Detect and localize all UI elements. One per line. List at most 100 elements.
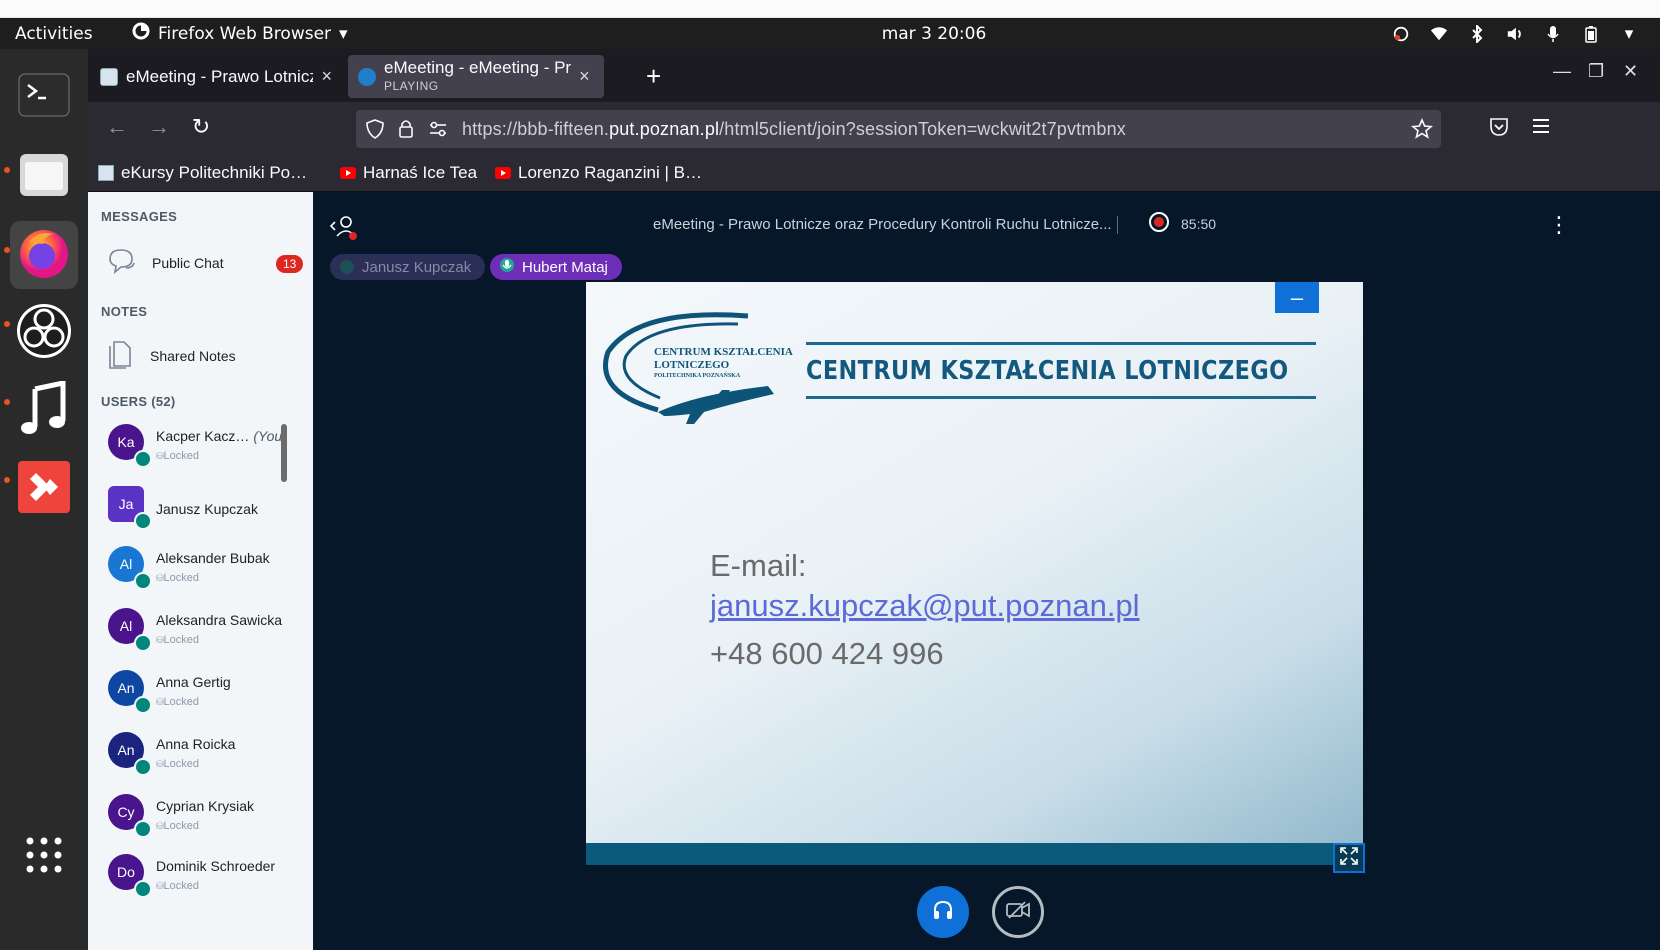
- dock-files[interactable]: [10, 143, 78, 211]
- restore-window-button[interactable]: ❐: [1588, 61, 1604, 82]
- url-bar[interactable]: https://bbb-fifteen.put.poznan.pl/html5c…: [356, 110, 1441, 148]
- dock-anydesk[interactable]: [10, 455, 78, 523]
- user-list-item[interactable]: Do Dominik Schroeder ⛁Locked: [108, 850, 308, 908]
- talker-chip-janusz[interactable]: Janusz Kupczak: [330, 254, 486, 280]
- battery-icon[interactable]: [1582, 25, 1600, 43]
- user-list-item[interactable]: Al Aleksander Bubak ⛁Locked: [108, 542, 308, 600]
- permissions-icon[interactable]: [428, 120, 448, 143]
- tab-emeeting-1[interactable]: eMeeting - Prawo Lotnicz ×: [90, 55, 342, 98]
- video-off-icon: [1005, 899, 1031, 926]
- notes-header: NOTES: [101, 304, 148, 319]
- wifi-icon[interactable]: [1430, 25, 1448, 43]
- minimize-presentation-button[interactable]: –: [1275, 282, 1319, 313]
- dock-firefox[interactable]: [10, 221, 78, 289]
- system-top-bar: Activities Firefox Web Browser ▾ mar 3 2…: [0, 18, 1660, 49]
- chevron-down-icon[interactable]: ▾: [1620, 24, 1638, 44]
- close-window-button[interactable]: ✕: [1623, 61, 1638, 82]
- user-name: Aleksandra Sawicka: [156, 612, 282, 628]
- fullscreen-button[interactable]: [1333, 843, 1365, 873]
- user-status-text: Locked: [163, 696, 200, 708]
- user-list-item[interactable]: Cy Cyprian Krysiak ⛁Locked: [108, 790, 308, 848]
- minimize-window-button[interactable]: —: [1553, 61, 1571, 82]
- show-apps-button[interactable]: [10, 823, 78, 891]
- hamburger-menu-icon[interactable]: [1530, 116, 1552, 141]
- user-list-scrollbar[interactable]: [281, 424, 287, 482]
- listen-only-icon: [134, 820, 152, 838]
- listen-only-icon: [134, 880, 152, 898]
- listen-only-icon: [134, 634, 152, 652]
- user-status-text: Locked: [163, 758, 200, 770]
- document-icon: [106, 338, 134, 373]
- tab-emeeting-2[interactable]: eMeeting - eMeeting - Pr PLAYING ×: [348, 55, 604, 98]
- divider: [1117, 216, 1118, 234]
- reload-button[interactable]: ↻: [186, 112, 216, 142]
- youtube-icon: [340, 167, 356, 179]
- user-name-text: Aleksander Bubak: [156, 550, 270, 566]
- top-edge-strip: [0, 0, 1660, 18]
- logo-line: CENTRUM KSZTAŁCENIA: [654, 346, 793, 358]
- lock-icon[interactable]: [398, 118, 414, 143]
- options-menu-button[interactable]: ⋮: [1548, 214, 1570, 236]
- update-icon[interactable]: [1392, 25, 1410, 43]
- user-list-item[interactable]: Al Aleksandra Sawicka ⛁Locked: [108, 604, 308, 662]
- user-list-item[interactable]: Ja Janusz Kupczak: [108, 482, 308, 540]
- ckl-logo-text: CENTRUM KSZTAŁCENIA LOTNICZEGO POLITECHN…: [654, 346, 793, 380]
- user-name: Dominik Schroeder: [156, 858, 275, 874]
- talker-chip-hubert[interactable]: Hubert Mataj: [490, 254, 622, 280]
- presentation-area: eMeeting - Prawo Lotnicze oraz Procedury…: [313, 192, 1660, 950]
- user-name: Janusz Kupczak: [156, 501, 258, 517]
- pocket-icon[interactable]: [1488, 116, 1510, 143]
- volume-icon[interactable]: [1506, 25, 1524, 43]
- forward-button[interactable]: →: [144, 112, 174, 142]
- recording-timer: 85:50: [1181, 216, 1217, 232]
- user-list-item[interactable]: Ka Kacper Kacz… (You) ⛁Locked: [108, 420, 308, 478]
- email-link[interactable]: janusz.kupczak@put.poznan.pl: [710, 588, 1140, 624]
- talker-name: Hubert Mataj: [522, 258, 608, 276]
- toggle-user-list-button[interactable]: [329, 214, 359, 245]
- user-status-text: Locked: [163, 572, 200, 584]
- music-note-icon: [21, 379, 67, 442]
- tracking-shield-icon[interactable]: [366, 119, 384, 144]
- user-list-item[interactable]: An Anna Roicka ⛁Locked: [108, 728, 308, 786]
- public-chat-item[interactable]: Public Chat: [106, 246, 224, 279]
- audio-button[interactable]: [917, 886, 969, 938]
- bbb-favicon-icon: [358, 67, 376, 86]
- tab-playing-label: PLAYING: [384, 78, 439, 93]
- lock-icon: ⛁: [156, 697, 164, 707]
- user-status: ⛁Locked: [156, 820, 199, 832]
- video-button[interactable]: [992, 886, 1044, 938]
- dock-obs[interactable]: [10, 299, 78, 367]
- user-status: ⛁Locked: [156, 450, 199, 462]
- listen-only-icon: [134, 512, 152, 530]
- listen-only-icon: [134, 696, 152, 714]
- tab-title: eMeeting - eMeeting - Pr: [384, 57, 572, 77]
- user-status: ⛁Locked: [156, 758, 199, 770]
- user-list-item[interactable]: An Anna Gertig ⛁Locked: [108, 666, 308, 724]
- bookmark-star-icon[interactable]: [1411, 117, 1433, 145]
- close-tab-button[interactable]: ×: [321, 66, 332, 87]
- shared-notes-label: Shared Notes: [150, 347, 236, 364]
- bookmark-label: Lorenzo Raganzini | B…: [518, 163, 702, 182]
- users-toggle-icon: [329, 216, 359, 244]
- users-header: USERS (52): [101, 394, 176, 409]
- microphone-icon[interactable]: [1544, 25, 1562, 43]
- bookmark-ekursy[interactable]: eKursy Politechniki Po…: [98, 154, 307, 192]
- back-button[interactable]: ←: [102, 112, 132, 142]
- bookmark-harnas[interactable]: Harnaś Ice Tea: [340, 154, 477, 192]
- system-tray[interactable]: ▾: [1392, 18, 1638, 49]
- app-grid-icon: [25, 836, 63, 879]
- user-name: Cyprian Krysiak: [156, 798, 254, 814]
- bluetooth-icon[interactable]: [1468, 24, 1486, 43]
- listen-only-icon: [134, 450, 152, 468]
- bookmark-lorenzo[interactable]: Lorenzo Raganzini | B…: [495, 154, 702, 192]
- shared-notes-item[interactable]: Shared Notes: [106, 338, 236, 373]
- lock-icon: ⛁: [156, 635, 164, 645]
- close-tab-button[interactable]: ×: [579, 66, 590, 87]
- user-name-text: Aleksandra Sawicka: [156, 612, 283, 628]
- url-text[interactable]: https://bbb-fifteen.put.poznan.pl/html5c…: [462, 119, 1126, 140]
- dock-music[interactable]: [10, 377, 78, 445]
- dock-terminal[interactable]: [10, 63, 78, 131]
- recording-indicator-icon[interactable]: [1149, 212, 1169, 232]
- new-tab-button[interactable]: +: [646, 61, 661, 92]
- talker-name: Janusz Kupczak: [362, 258, 472, 276]
